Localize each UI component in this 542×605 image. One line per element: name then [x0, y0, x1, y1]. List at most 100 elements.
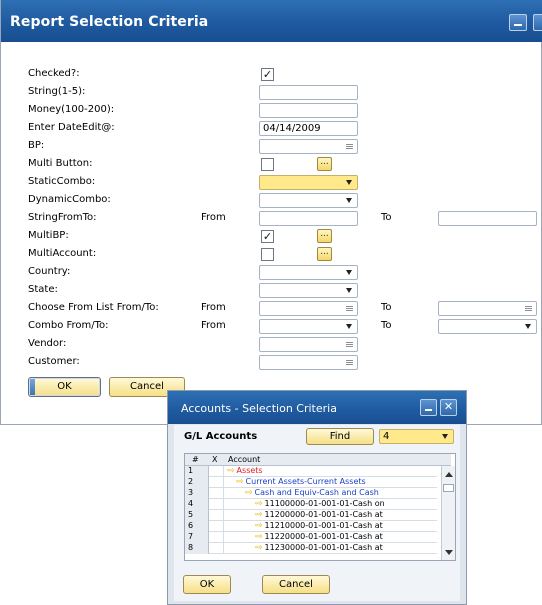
account-cell: ⇨ Current Assets-Current Assets [224, 477, 366, 488]
customer-label: Customer: [28, 356, 80, 367]
list-icon [346, 360, 353, 365]
row-number: 8 [185, 543, 209, 554]
date-label: Enter DateEdit@: [28, 122, 115, 133]
popup-body: G/L Accounts Find 4 # X Account 1 ⇨ Assets… [174, 425, 460, 601]
row-select-cell[interactable] [209, 521, 224, 532]
multi-bp-dots-button[interactable]: ... [317, 229, 332, 243]
ok-button-label: OK [57, 381, 72, 392]
account-cell: ⇨ 11200000-01-001-01-Cash at [224, 510, 383, 521]
account-cell: ⇨ Cash and Equiv-Cash and Cash [224, 488, 379, 499]
cfl-from-to-label: Choose From List From/To: [28, 302, 159, 313]
vendor-input[interactable] [259, 337, 358, 352]
scroll-up-icon[interactable] [445, 472, 453, 477]
chevron-down-icon [442, 434, 448, 439]
ok-button[interactable]: OK [28, 377, 101, 397]
static-combo-select[interactable] [259, 175, 358, 190]
table-row[interactable]: 7 ⇨ 11220000-01-001-01-Cash at [185, 532, 437, 543]
combo-from-select[interactable] [259, 319, 358, 334]
account-cell: ⇨ 11220000-01-001-01-Cash at [224, 532, 383, 543]
checked-label: Checked?: [28, 68, 80, 79]
cfl-from-input[interactable] [259, 301, 358, 316]
string-from-to-label: StringFromTo: [28, 212, 97, 223]
multi-bp-checkbox[interactable]: ✓ [261, 230, 274, 243]
link-arrow-icon[interactable]: ⇨ [255, 543, 263, 553]
state-select[interactable] [259, 283, 358, 298]
popup-cancel-label: Cancel [279, 579, 313, 590]
bp-input[interactable] [259, 139, 358, 154]
list-icon [525, 306, 532, 311]
from-label-string: From [201, 212, 226, 223]
account-cell: ⇨ 11100000-01-001-01-Cash on [224, 499, 385, 510]
row-number: 7 [185, 532, 209, 543]
dynamic-combo-label: DynamicCombo: [28, 194, 111, 205]
popup-ok-button[interactable]: OK [183, 575, 231, 594]
row-number: 3 [185, 488, 209, 499]
account-name: 11200000-01-001-01-Cash at [264, 510, 383, 519]
row-select-cell[interactable] [209, 466, 224, 477]
maximize-icon[interactable] [533, 14, 542, 31]
row-select-cell[interactable] [209, 543, 224, 554]
multi-account-dots-button[interactable]: ... [317, 247, 332, 261]
minimize-icon[interactable] [509, 14, 527, 31]
table-row[interactable]: 4 ⇨ 11100000-01-001-01-Cash on [185, 499, 437, 510]
link-arrow-icon[interactable]: ⇨ [255, 510, 263, 520]
table-row[interactable]: 3 ⇨ Cash and Equiv-Cash and Cash [185, 488, 437, 499]
row-number: 5 [185, 510, 209, 521]
window-title: Report Selection Criteria [10, 14, 209, 30]
row-select-cell[interactable] [209, 477, 224, 488]
money-input[interactable] [259, 103, 358, 118]
string-from-input[interactable] [259, 211, 358, 226]
row-select-cell[interactable] [209, 532, 224, 543]
table-row[interactable]: 8 ⇨ 11230000-01-001-01-Cash at [185, 543, 437, 554]
link-arrow-icon[interactable]: ⇨ [255, 532, 263, 542]
close-icon[interactable]: ✕ [440, 399, 457, 416]
scroll-down-icon[interactable] [445, 550, 453, 555]
popup-title: Accounts - Selection Criteria [181, 402, 337, 415]
string-to-input[interactable] [438, 211, 537, 226]
account-cell: ⇨ 11230000-01-001-01-Cash at [224, 543, 383, 554]
scroll-thumb[interactable] [443, 484, 454, 492]
account-name: Assets [236, 466, 263, 475]
checked-checkbox[interactable]: ✓ [261, 68, 274, 81]
row-select-cell[interactable] [209, 499, 224, 510]
static-combo-label: StaticCombo: [28, 176, 96, 187]
link-arrow-icon[interactable]: ⇨ [255, 499, 263, 509]
account-cell: ⇨ Assets [224, 466, 263, 477]
multi-account-checkbox[interactable] [261, 248, 274, 261]
minimize-icon[interactable] [420, 399, 437, 416]
link-arrow-icon[interactable]: ⇨ [236, 477, 244, 487]
date-input[interactable]: 04/14/2009 [259, 121, 358, 136]
customer-input[interactable] [259, 355, 358, 370]
country-select[interactable] [259, 265, 358, 280]
list-icon [346, 306, 353, 311]
chevron-down-icon [346, 180, 352, 185]
link-arrow-icon[interactable]: ⇨ [245, 488, 253, 498]
table-row[interactable]: 6 ⇨ 11210000-01-001-01-Cash at [185, 521, 437, 532]
level-select[interactable]: 4 [379, 429, 454, 444]
multi-button-checkbox[interactable] [261, 158, 274, 171]
popup-cancel-button[interactable]: Cancel [262, 575, 330, 594]
row-select-cell[interactable] [209, 488, 224, 499]
row-select-cell[interactable] [209, 510, 224, 521]
account-cell: ⇨ 11210000-01-001-01-Cash at [224, 521, 383, 532]
col-num-header: # [192, 455, 199, 464]
cfl-to-input[interactable] [438, 301, 537, 316]
table-row[interactable]: 2 ⇨ Current Assets-Current Assets [185, 477, 437, 488]
from-label-cfl: From [201, 302, 226, 313]
row-number: 6 [185, 521, 209, 532]
table-row[interactable]: 5 ⇨ 11200000-01-001-01-Cash at [185, 510, 437, 521]
combo-from-to-label: Combo From/To: [28, 320, 109, 331]
link-arrow-icon[interactable]: ⇨ [227, 466, 235, 476]
string-input[interactable] [259, 85, 358, 100]
find-button[interactable]: Find [306, 428, 374, 445]
combo-to-select[interactable] [438, 319, 537, 334]
row-number: 4 [185, 499, 209, 510]
table-row[interactable]: 1 ⇨ Assets [185, 466, 437, 477]
row-number: 2 [185, 477, 209, 488]
popup-ok-label: OK [199, 579, 215, 590]
grid-header: # X Account [185, 454, 451, 466]
multi-button-dots-button[interactable]: ... [317, 157, 332, 171]
grid-scrollbar[interactable] [441, 466, 455, 560]
dynamic-combo-select[interactable] [259, 193, 358, 208]
link-arrow-icon[interactable]: ⇨ [255, 521, 263, 531]
